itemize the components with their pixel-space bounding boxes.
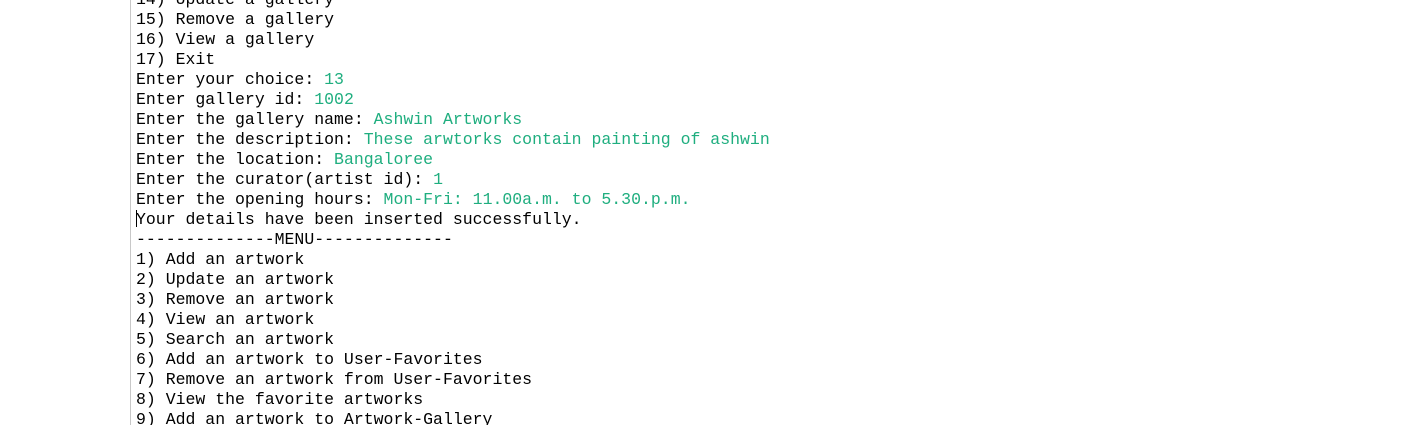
output-text: 4) View an artwork: [136, 310, 315, 329]
prompt-text: Enter gallery id:: [136, 90, 315, 109]
console-line: 6) Add an artwork to User-Favorites: [136, 350, 770, 370]
console-line: 7) Remove an artwork from User-Favorites: [136, 370, 770, 390]
output-text: 3) Remove an artwork: [136, 290, 335, 309]
user-input-text: These arwtorks contain painting of ashwi…: [363, 130, 770, 149]
console-line: Enter the opening hours: Mon-Fri: 11.00a…: [136, 190, 770, 210]
prompt-text: Enter the opening hours:: [136, 190, 384, 209]
console-line: 5) Search an artwork: [136, 330, 770, 350]
user-input-text: Bangaloree: [334, 150, 434, 169]
output-text: 2) Update an artwork: [136, 270, 335, 289]
console-line: --------------MENU--------------: [136, 230, 770, 250]
prompt-text: Enter the gallery name:: [136, 110, 374, 129]
console-line: 9) Add an artwork to Artwork-Gallery: [136, 410, 770, 425]
console-line: Enter gallery id: 1002: [136, 90, 770, 110]
gutter-divider: [130, 0, 131, 425]
output-text: 7) Remove an artwork from User-Favorites: [136, 370, 533, 389]
prompt-text: Enter the curator(artist id):: [136, 170, 434, 189]
console-line: 1) Add an artwork: [136, 250, 770, 270]
user-input-text: 13: [324, 70, 344, 89]
editor-gutter: [0, 0, 130, 425]
output-text: 9) Add an artwork to Artwork-Gallery: [136, 410, 493, 425]
console-line: 8) View the favorite artworks: [136, 390, 770, 410]
console-line: 2) Update an artwork: [136, 270, 770, 290]
console-line: 14) Update a gallery: [136, 0, 770, 10]
console-line: Enter the gallery name: Ashwin Artworks: [136, 110, 770, 130]
console-line: Your details have been inserted successf…: [136, 210, 770, 230]
console-line: Enter the location: Bangaloree: [136, 150, 770, 170]
prompt-text: Enter the location:: [136, 150, 335, 169]
output-text: 6) Add an artwork to User-Favorites: [136, 350, 483, 369]
user-input-text: 1: [433, 170, 443, 189]
console-line: 17) Exit: [136, 50, 770, 70]
prompt-text: Enter your choice:: [136, 70, 325, 89]
console-line: 15) Remove a gallery: [136, 10, 770, 30]
output-text: 14) Update a gallery: [136, 0, 334, 9]
user-input-text: Mon-Fri: 11.00a.m. to 5.30.p.m.: [383, 190, 691, 209]
output-text: --------------MENU--------------: [136, 230, 453, 249]
prompt-text: Enter the description:: [136, 130, 364, 149]
output-text: 5) Search an artwork: [136, 330, 335, 349]
output-text: 17) Exit: [136, 50, 216, 69]
user-input-text: Ashwin Artworks: [373, 110, 523, 129]
output-text: 8) View the favorite artworks: [136, 390, 424, 409]
console-line: 3) Remove an artwork: [136, 290, 770, 310]
console-line: Enter the curator(artist id): 1: [136, 170, 770, 190]
user-input-text: 1002: [314, 90, 354, 109]
console-output[interactable]: 14) Update a gallery15) Remove a gallery…: [136, 0, 770, 425]
console-line: 16) View a gallery: [136, 30, 770, 50]
console-line: Enter the description: These arwtorks co…: [136, 130, 770, 150]
output-text: Your details have been inserted successf…: [136, 210, 582, 229]
console-line: Enter your choice: 13: [136, 70, 770, 90]
output-text: 1) Add an artwork: [136, 250, 305, 269]
output-text: 16) View a gallery: [136, 30, 315, 49]
console-window[interactable]: 14) Update a gallery15) Remove a gallery…: [0, 0, 1423, 425]
output-text: 15) Remove a gallery: [136, 10, 335, 29]
console-line: 4) View an artwork: [136, 310, 770, 330]
